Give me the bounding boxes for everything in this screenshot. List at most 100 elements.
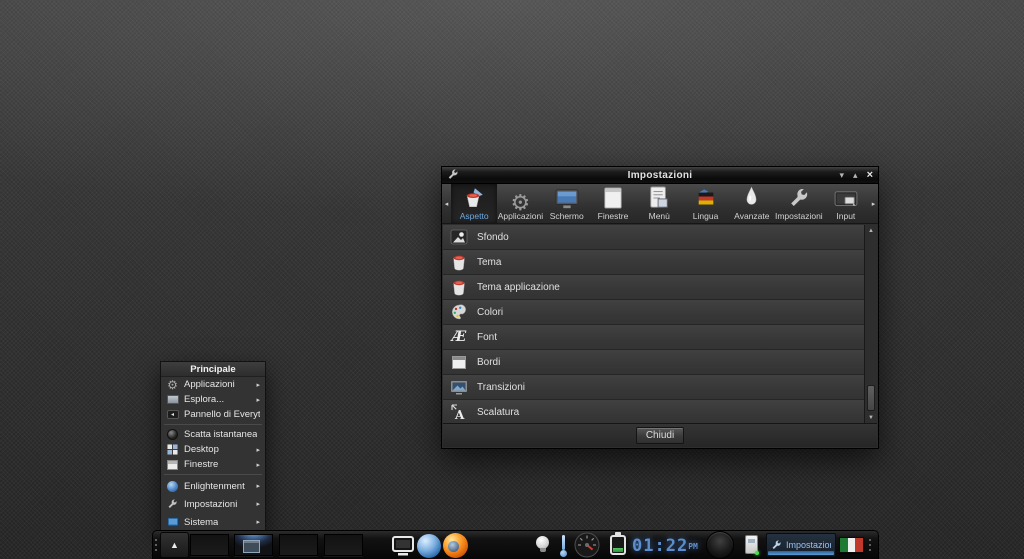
shelf-handle-left[interactable] xyxy=(155,539,158,553)
menu-title: Principale xyxy=(161,362,265,377)
settings-toolbar: ◂ Aspetto ⚙ Applicazioni Schermo xyxy=(442,184,878,224)
scroll-up-icon[interactable]: ▲ xyxy=(865,225,877,236)
settings-item-transizioni[interactable]: Transizioni xyxy=(443,375,877,399)
desktop-grid-icon xyxy=(166,444,179,456)
tab-avanzate[interactable]: Avanzate xyxy=(729,184,775,223)
cpu-gauge-icon[interactable] xyxy=(574,532,600,558)
system-icon xyxy=(166,516,179,528)
menu-separator xyxy=(164,474,262,475)
wrench-icon xyxy=(771,540,782,551)
settings-item-sfondo[interactable]: Sfondo xyxy=(443,225,877,249)
wrench-icon xyxy=(166,498,179,510)
pager-window-preview[interactable] xyxy=(243,540,260,553)
volume-knob-icon[interactable] xyxy=(706,531,734,559)
settings-bottom-bar: Chiudi xyxy=(443,423,877,447)
menu-item-applicazioni[interactable]: ⚙ Applicazioni ▸ xyxy=(161,377,265,392)
submenu-arrow-icon: ▸ xyxy=(256,461,260,469)
paint-can-icon xyxy=(450,278,468,296)
desktop: Impostazioni ▾ ▴ × ◂ Aspetto ⚙ Applicazi… xyxy=(0,0,1024,559)
shelf-handle-right[interactable] xyxy=(869,539,872,553)
settings-item-bordi[interactable]: Bordi xyxy=(443,350,877,374)
window-raise-button[interactable]: ▴ xyxy=(853,168,858,183)
menu-item-impostazioni[interactable]: Impostazioni ▸ xyxy=(161,495,265,513)
menu-item-sistema[interactable]: Sistema ▸ xyxy=(161,513,265,531)
submenu-arrow-icon: ▸ xyxy=(256,482,260,490)
clock-time: 01:22 xyxy=(632,536,688,556)
shelf-autohide-button[interactable]: ▲ xyxy=(160,532,189,558)
monitor-icon xyxy=(555,186,579,210)
tab-label: Schermo xyxy=(550,211,584,221)
scrollbar-thumb[interactable] xyxy=(867,385,875,411)
gear-icon: ⚙ xyxy=(166,379,179,391)
taskbar-button-impostazioni[interactable]: Impostazioni xyxy=(766,533,836,557)
pager-desktop-4[interactable] xyxy=(324,534,363,556)
menu-separator xyxy=(164,424,262,425)
menu-item-finestre[interactable]: Finestre ▸ xyxy=(161,457,265,472)
window-icon xyxy=(602,186,624,210)
border-frame-icon xyxy=(450,353,468,371)
transition-screen-icon xyxy=(450,378,468,396)
menu-item-scatta-istantanea[interactable]: Scatta istantanea xyxy=(161,427,265,442)
pager-desktop-1[interactable] xyxy=(190,534,229,556)
tab-input[interactable]: Input xyxy=(823,184,869,223)
submenu-arrow-icon: ▸ xyxy=(256,381,260,389)
lightbulb-icon[interactable] xyxy=(536,536,549,552)
tab-label: Menù xyxy=(649,211,670,221)
computer-icon[interactable] xyxy=(390,533,415,558)
menu-page-icon xyxy=(648,186,670,210)
settings-window: Impostazioni ▾ ▴ × ◂ Aspetto ⚙ Applicazi… xyxy=(441,166,879,449)
settings-item-tema-applicazione[interactable]: Tema applicazione xyxy=(443,275,877,299)
pager-desktop-3[interactable] xyxy=(279,534,318,556)
input-device-icon xyxy=(834,186,858,210)
submenu-arrow-icon: ▸ xyxy=(256,446,260,454)
gear-icon: ⚙ xyxy=(511,186,531,210)
menu-item-esplora[interactable]: Esplora... ▸ xyxy=(161,392,265,407)
battery-icon[interactable] xyxy=(610,535,626,555)
settings-list: Sfondo Tema Tema applicazione Colori xyxy=(443,225,877,423)
wallpaper-icon xyxy=(450,228,468,246)
removable-drive-icon[interactable] xyxy=(745,535,758,554)
tab-applicazioni[interactable]: ⚙ Applicazioni xyxy=(497,184,543,223)
settings-window-titlebar[interactable]: Impostazioni ▾ ▴ × xyxy=(442,167,878,184)
droplet-icon xyxy=(745,186,758,210)
menu-item-desktop[interactable]: Desktop ▸ xyxy=(161,442,265,457)
tab-schermo[interactable]: Schermo xyxy=(544,184,590,223)
chiudi-button[interactable]: Chiudi xyxy=(636,427,684,444)
font-letter-icon: Æ xyxy=(450,328,468,346)
shelf: ▲ 01:22PM xyxy=(152,530,879,559)
firefox-icon[interactable] xyxy=(443,533,468,558)
tab-impostazioni[interactable]: Impostazioni xyxy=(775,184,823,223)
toolbar-scroll-right-icon[interactable]: ▸ xyxy=(869,184,878,223)
menu-item-pannello-everything[interactable]: ◂ Pannello di Everything xyxy=(161,407,265,422)
thermometer-icon[interactable] xyxy=(559,534,568,557)
toolbar-scroll-left-icon[interactable]: ◂ xyxy=(442,184,451,223)
scroll-down-icon[interactable]: ▼ xyxy=(865,412,877,423)
window-shade-button[interactable]: ▾ xyxy=(840,168,845,183)
settings-item-font[interactable]: Æ Font xyxy=(443,325,877,349)
submenu-arrow-icon: ▸ xyxy=(256,500,260,508)
tab-aspetto[interactable]: Aspetto xyxy=(451,184,497,223)
file-manager-icon xyxy=(166,394,179,406)
window-close-button[interactable]: × xyxy=(867,168,873,183)
clock-meridiem: PM xyxy=(688,542,698,551)
wrench-icon xyxy=(788,186,810,210)
pager-desktop-2-active[interactable] xyxy=(234,534,273,556)
tab-finestre[interactable]: Finestre xyxy=(590,184,636,223)
tab-menu[interactable]: Menù xyxy=(636,184,682,223)
submenu-arrow-icon: ▸ xyxy=(256,396,260,404)
submenu-arrow-icon: ▸ xyxy=(256,518,260,526)
tab-label: Applicazioni xyxy=(498,211,543,221)
clock[interactable]: 01:22PM xyxy=(632,536,698,556)
italian-flag-icon[interactable] xyxy=(839,537,864,553)
settings-item-tema[interactable]: Tema xyxy=(443,250,877,274)
mail-globe-icon[interactable] xyxy=(417,534,441,558)
tab-label: Lingua xyxy=(693,211,719,221)
settings-item-scalatura[interactable]: A Scalatura xyxy=(443,400,877,423)
menu-item-enlightenment[interactable]: Enlightenment ▸ xyxy=(161,477,265,495)
enlightenment-icon xyxy=(166,480,179,492)
language-flag-icon xyxy=(694,186,718,210)
settings-item-colori[interactable]: Colori xyxy=(443,300,877,324)
tab-lingua[interactable]: Lingua xyxy=(682,184,728,223)
window-title: Impostazioni xyxy=(442,170,878,181)
list-scrollbar[interactable]: ▲ ▼ xyxy=(864,225,877,423)
